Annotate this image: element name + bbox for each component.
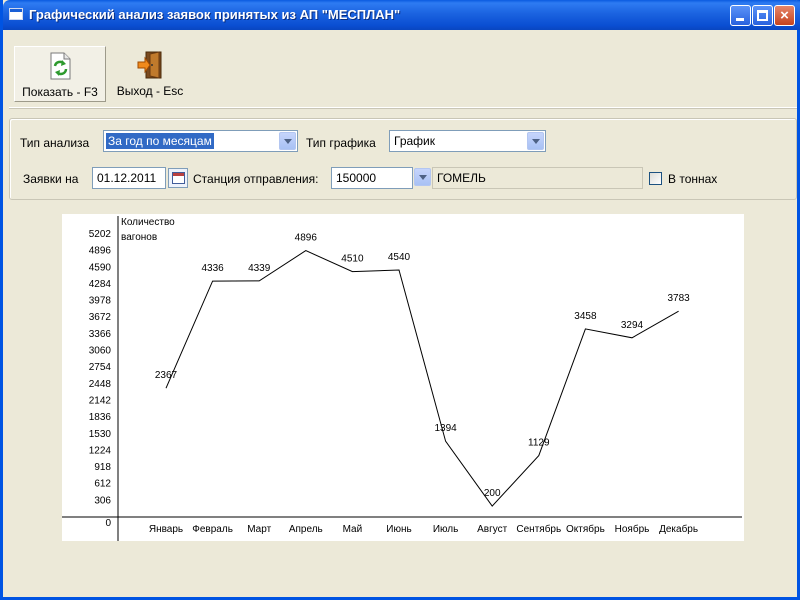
x-tick-label: Апрель xyxy=(289,524,323,535)
chart-type-label: Тип графика xyxy=(306,136,376,150)
minimize-button[interactable] xyxy=(730,5,751,26)
app-window-icon xyxy=(9,8,23,20)
y-tick-label: 2142 xyxy=(89,395,112,406)
x-tick-label: Май xyxy=(343,524,363,535)
data-label: 3783 xyxy=(667,293,690,304)
data-label: 1394 xyxy=(434,423,457,434)
y-axis-title-line2: вагонов xyxy=(121,232,157,243)
y-tick-label: 1530 xyxy=(89,429,112,440)
parameters-panel: Тип анализа За год по месяцам Тип график… xyxy=(9,118,797,200)
in-tons-label[interactable]: В тоннах xyxy=(668,172,717,186)
y-tick-label: 4896 xyxy=(89,246,112,257)
maximize-icon xyxy=(757,10,768,21)
x-tick-label: Июль xyxy=(433,524,459,535)
x-tick-label: Сентябрь xyxy=(516,523,561,535)
station-name-value: ГОМЕЛЬ xyxy=(437,171,486,185)
in-tons-checkbox[interactable] xyxy=(649,172,662,185)
y-tick-label: 1224 xyxy=(89,445,112,456)
chart-type-value: График xyxy=(394,134,435,148)
analysis-type-label: Тип анализа xyxy=(20,136,90,150)
station-name-field: ГОМЕЛЬ xyxy=(432,167,643,189)
y-tick-label: 1836 xyxy=(89,412,112,423)
main-window: Графический анализ заявок принятых из АП… xyxy=(0,0,800,600)
show-button-label: Показать - F3 xyxy=(22,85,98,99)
requests-on-label: Заявки на xyxy=(23,172,79,186)
y-axis-title-line1: Количество xyxy=(121,217,175,228)
y-tick-label: 2754 xyxy=(89,362,112,373)
title-bar[interactable]: Графический анализ заявок принятых из АП… xyxy=(3,0,800,30)
series-line xyxy=(165,250,679,507)
data-label: 4510 xyxy=(341,254,364,265)
maximize-button[interactable] xyxy=(752,5,773,26)
analysis-type-select[interactable]: За год по месяцам xyxy=(103,130,298,152)
x-tick-label: Ноябрь xyxy=(615,523,650,535)
chevron-down-icon[interactable] xyxy=(527,132,544,150)
chart-area: Количество вагонов 0 306 612 918 1224 1530 183… xyxy=(62,214,744,541)
data-label: 3294 xyxy=(621,320,644,331)
station-code-field[interactable]: 150000 xyxy=(331,167,413,189)
x-tick-label: Октябрь xyxy=(566,523,605,535)
y-tick-label: 0 xyxy=(105,518,111,529)
data-label: 4336 xyxy=(201,263,224,274)
line-chart: Количество вагонов 0 306 612 918 1224 1530 183… xyxy=(62,216,742,541)
analysis-type-value: За год по месяцам xyxy=(106,133,214,149)
station-dropdown-button[interactable] xyxy=(412,167,431,189)
toolbar: Показать - F3 Выход - Esc xyxy=(9,36,797,108)
y-tick-label: 3978 xyxy=(89,296,112,307)
x-tick-label: Август xyxy=(477,524,508,535)
data-label: 2367 xyxy=(155,370,178,381)
x-tick-label: Январь xyxy=(149,524,183,535)
data-label: 4896 xyxy=(295,233,318,244)
date-field[interactable]: 01.12.2011 xyxy=(92,167,166,189)
y-tick-label: 3366 xyxy=(89,329,112,340)
calendar-icon xyxy=(172,172,185,184)
data-label: 4540 xyxy=(388,252,411,263)
close-button[interactable]: × xyxy=(774,5,795,26)
minimize-icon xyxy=(736,18,744,21)
show-button[interactable]: Показать - F3 xyxy=(14,46,106,102)
exit-button[interactable]: Выход - Esc xyxy=(109,46,191,102)
data-label: 3458 xyxy=(574,311,597,322)
close-icon: × xyxy=(780,7,789,24)
chevron-down-icon[interactable] xyxy=(414,168,431,186)
y-tick-label: 306 xyxy=(94,495,111,506)
exit-door-icon xyxy=(137,51,162,79)
calendar-button[interactable] xyxy=(168,168,188,188)
y-tick-label: 918 xyxy=(94,462,111,473)
chart-type-select[interactable]: График xyxy=(389,130,546,152)
y-tick-label: 612 xyxy=(94,479,111,490)
date-value: 01.12.2011 xyxy=(97,171,157,185)
y-tick-label: 2448 xyxy=(89,379,112,390)
y-tick-label: 4590 xyxy=(89,262,112,273)
chevron-down-icon[interactable] xyxy=(279,132,296,150)
x-tick-label: Февраль xyxy=(192,524,233,535)
data-label: 200 xyxy=(484,488,501,499)
y-tick-label: 3060 xyxy=(89,346,112,357)
x-tick-label: Март xyxy=(247,524,271,535)
y-tick-label: 3672 xyxy=(89,312,112,323)
y-tick-label: 4284 xyxy=(89,279,112,290)
data-label: 4339 xyxy=(248,263,271,274)
refresh-document-icon xyxy=(50,52,71,80)
x-tick-label: Декабрь xyxy=(659,523,698,535)
data-label: 1129 xyxy=(528,438,550,449)
station-label: Станция отправления: xyxy=(193,172,319,186)
x-tick-label: Июнь xyxy=(386,524,411,535)
exit-button-label: Выход - Esc xyxy=(116,84,184,98)
station-code-value: 150000 xyxy=(336,171,377,185)
y-tick-label: 5202 xyxy=(89,229,112,240)
window-title: Графический анализ заявок принятых из АП… xyxy=(29,7,401,22)
